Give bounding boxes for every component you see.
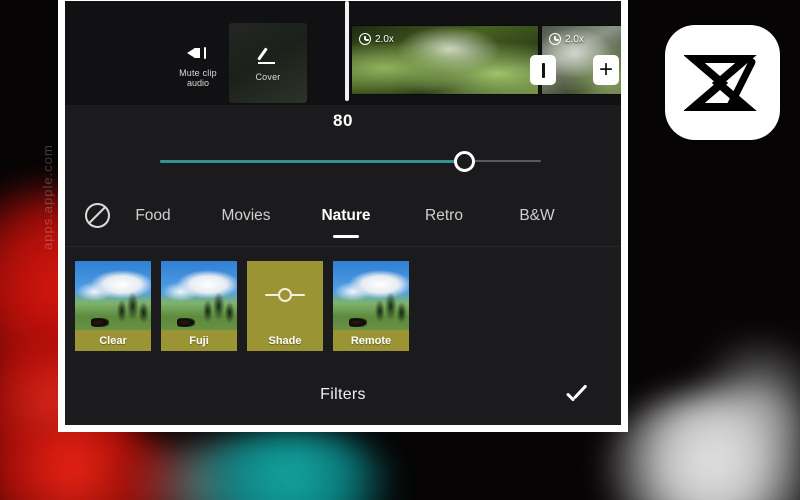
cover-button[interactable]: Cover (229, 23, 307, 103)
mute-clip-label: Mute clip (179, 67, 217, 78)
screenshot-frame: Mute clip audio Cover 2.0x 2.0x + 80 Foo… (58, 0, 628, 432)
filter-label: Remote (333, 330, 409, 351)
filter-thumbnail-list[interactable]: Clear Fuji Shade Remote (65, 247, 621, 365)
no-filter-icon[interactable] (85, 203, 110, 228)
confirm-button[interactable] (561, 378, 595, 412)
tab-label: Nature (321, 206, 371, 224)
panel-bottom-bar: Filters (65, 365, 621, 425)
panel-title: Filters (320, 386, 366, 403)
tab-label: Retro (425, 206, 463, 224)
tabs-list: Food Movies Nature Retro B&W (110, 206, 621, 238)
capcut-logo-icon (683, 54, 757, 111)
cover-label: Cover (255, 71, 281, 82)
mute-clip-label-2: audio (186, 77, 210, 88)
tab-label: B&W (519, 206, 555, 224)
filter-label: Fuji (161, 330, 237, 351)
slider-thumb[interactable] (454, 151, 476, 172)
split-icon (541, 62, 545, 78)
clip-toolbar: Mute clip audio Cover 2.0x 2.0x + (65, 1, 621, 105)
filter-intensity-section: 80 (65, 105, 621, 185)
filter-category-tabs: Food Movies Nature Retro B&W (65, 185, 621, 247)
speed-badge: 2.0x (359, 33, 394, 45)
tab-label: Movies (221, 206, 271, 224)
add-clip-button[interactable]: + (593, 55, 619, 85)
speed-badge-label: 2.0x (375, 33, 394, 45)
tab-bw[interactable]: B&W (492, 207, 582, 225)
tab-food[interactable]: Food (110, 207, 196, 225)
tab-nature[interactable]: Nature (296, 206, 396, 238)
speed-badge-label: 2.0x (565, 33, 584, 45)
active-tab-underline (333, 234, 359, 238)
split-button[interactable] (530, 55, 556, 85)
filter-item-clear[interactable]: Clear (75, 261, 151, 351)
tab-retro[interactable]: Retro (396, 207, 492, 225)
timeline-clip[interactable]: 2.0x (351, 25, 539, 95)
filter-item-shade[interactable]: Shade (247, 261, 323, 351)
speed-icon (359, 33, 371, 45)
tab-movies[interactable]: Movies (196, 207, 296, 225)
speaker-icon (187, 43, 209, 63)
filter-item-remote[interactable]: Remote (333, 261, 409, 351)
playhead-indicator[interactable] (345, 1, 349, 101)
slider-value-label: 80 (333, 111, 353, 130)
plus-icon: + (598, 56, 613, 83)
white-powder-splash (600, 390, 800, 500)
capcut-editor-screen: Mute clip audio Cover 2.0x 2.0x + 80 Foo… (65, 1, 621, 425)
video-timeline[interactable]: 2.0x 2.0x + (341, 1, 621, 101)
capcut-logo (665, 25, 780, 140)
slider-fill (160, 160, 465, 163)
filter-label: Shade (247, 330, 323, 351)
check-icon (565, 384, 590, 402)
filter-item-fuji[interactable]: Fuji (161, 261, 237, 351)
pencil-icon (257, 45, 279, 67)
filter-label: Clear (75, 330, 151, 351)
intensity-slider[interactable] (160, 151, 541, 173)
adjust-slider-icon (265, 288, 305, 303)
mute-clip-button[interactable]: Mute clip audio (160, 29, 236, 101)
tab-label: Food (135, 206, 171, 224)
speed-icon (549, 33, 561, 45)
speed-badge: 2.0x (549, 33, 584, 45)
